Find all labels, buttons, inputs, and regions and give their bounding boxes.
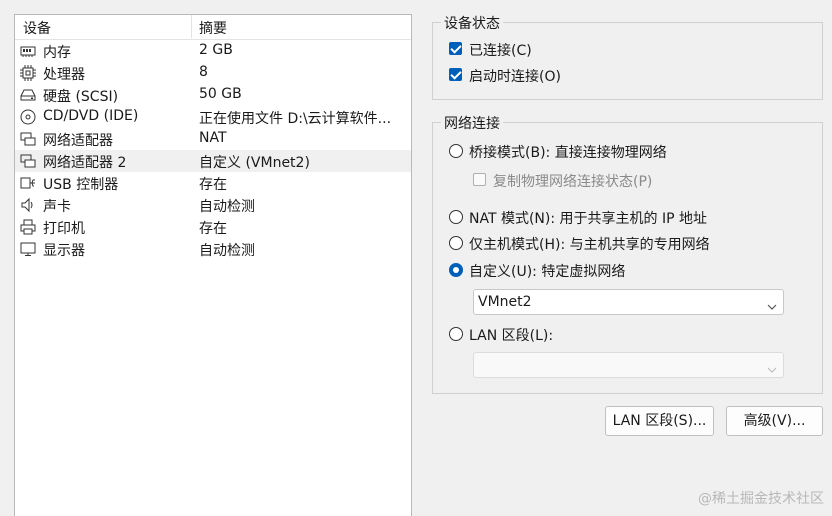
custom-network-label: 自定义(U): 特定虚拟网络 <box>469 264 626 280</box>
radio-circle[interactable] <box>449 144 463 158</box>
device-summary: 自动检测 <box>199 199 255 215</box>
chevron-down-icon <box>767 361 777 373</box>
device-name: 网络适配器 <box>43 133 113 149</box>
connected-label: 已连接(C) <box>469 43 532 59</box>
column-separator[interactable] <box>191 15 192 38</box>
device-status-group: 设备状态 已连接(C) 启动时连接(O) <box>432 13 823 100</box>
device-name: 网络适配器 2 <box>43 155 127 171</box>
device-name: 打印机 <box>43 221 85 237</box>
device-name: CD/DVD (IDE) <box>43 108 139 124</box>
device-summary: NAT <box>199 130 227 146</box>
device-row-memory[interactable]: 内存 2 GB <box>15 40 411 62</box>
custom-network-select[interactable]: VMnet2 <box>473 289 784 315</box>
cd-dvd-icon <box>20 109 36 125</box>
checkbox-box <box>473 173 486 186</box>
speaker-icon <box>20 197 36 213</box>
chevron-down-icon <box>767 298 777 310</box>
monitor-icon <box>20 241 36 257</box>
device-name: 显示器 <box>43 243 85 259</box>
radio-circle[interactable] <box>449 327 463 341</box>
radio-circle[interactable] <box>449 236 463 250</box>
device-summary: 自定义 (VMnet2) <box>199 155 310 171</box>
device-summary: 存在 <box>199 177 227 193</box>
replicate-physical-state-label: 复制物理网络连接状态(P) <box>493 174 653 190</box>
device-list-panel: 设备 摘要 内存 2 GB 处理器 8 硬盘 (SCSI) 50 GB CD/D… <box>14 14 412 516</box>
checkbox-box[interactable] <box>449 68 462 81</box>
device-row-cd-dvd[interactable]: CD/DVD (IDE) 正在使用文件 D:\云计算软件... <box>15 106 411 128</box>
device-list-header: 设备 摘要 <box>15 15 411 40</box>
device-summary: 正在使用文件 D:\云计算软件... <box>199 111 392 127</box>
device-name: 声卡 <box>43 199 71 215</box>
network-adapter-icon <box>20 153 36 169</box>
host-only-mode-label: 仅主机模式(H): 与主机共享的专用网络 <box>469 237 710 253</box>
column-header-summary[interactable]: 摘要 <box>199 18 227 38</box>
printer-icon <box>20 219 36 235</box>
radio-circle[interactable] <box>449 263 463 277</box>
device-row-hard-disk[interactable]: 硬盘 (SCSI) 50 GB <box>15 84 411 106</box>
watermark-text: @稀土掘金技术社区 <box>698 491 824 507</box>
device-row-network-adapter-2[interactable]: 网络适配器 2 自定义 (VMnet2) <box>15 150 411 172</box>
lan-segment-label: LAN 区段(L): <box>469 328 554 344</box>
device-summary: 50 GB <box>199 86 242 102</box>
device-row-display[interactable]: 显示器 自动检测 <box>15 238 411 260</box>
device-row-sound-card[interactable]: 声卡 自动检测 <box>15 194 411 216</box>
advanced-button[interactable]: 高级(V)... <box>726 406 823 436</box>
device-summary: 存在 <box>199 221 227 237</box>
device-row-usb-controller[interactable]: USB 控制器 存在 <box>15 172 411 194</box>
device-row-network-adapter[interactable]: 网络适配器 NAT <box>15 128 411 150</box>
hard-disk-icon <box>20 87 36 103</box>
memory-icon <box>20 43 36 59</box>
device-summary: 2 GB <box>199 42 233 58</box>
device-name: 处理器 <box>43 67 85 83</box>
device-name: 硬盘 (SCSI) <box>43 89 119 105</box>
nat-mode-label: NAT 模式(N): 用于共享主机的 IP 地址 <box>469 211 707 227</box>
device-summary: 自动检测 <box>199 243 255 259</box>
lan-segments-button[interactable]: LAN 区段(S)... <box>605 406 714 436</box>
bridged-mode-label: 桥接模式(B): 直接连接物理网络 <box>469 145 667 161</box>
processor-icon <box>20 65 36 81</box>
custom-network-value: VMnet2 <box>478 294 532 310</box>
radio-circle[interactable] <box>449 210 463 224</box>
device-status-title: 设备状态 <box>441 13 503 33</box>
lan-segment-select <box>473 352 784 378</box>
network-connection-group: 网络连接 桥接模式(B): 直接连接物理网络 复制物理网络连接状态(P) NAT… <box>432 113 823 394</box>
device-summary: 8 <box>199 64 208 80</box>
column-header-device[interactable]: 设备 <box>23 18 51 38</box>
network-adapter-icon <box>20 131 36 147</box>
usb-icon <box>20 175 36 191</box>
connect-at-power-on-label: 启动时连接(O) <box>469 69 561 85</box>
device-name: USB 控制器 <box>43 177 119 193</box>
device-name: 内存 <box>43 45 71 61</box>
network-connection-title: 网络连接 <box>441 113 503 133</box>
device-row-processor[interactable]: 处理器 8 <box>15 62 411 84</box>
device-row-printer[interactable]: 打印机 存在 <box>15 216 411 238</box>
checkbox-box[interactable] <box>449 42 462 55</box>
